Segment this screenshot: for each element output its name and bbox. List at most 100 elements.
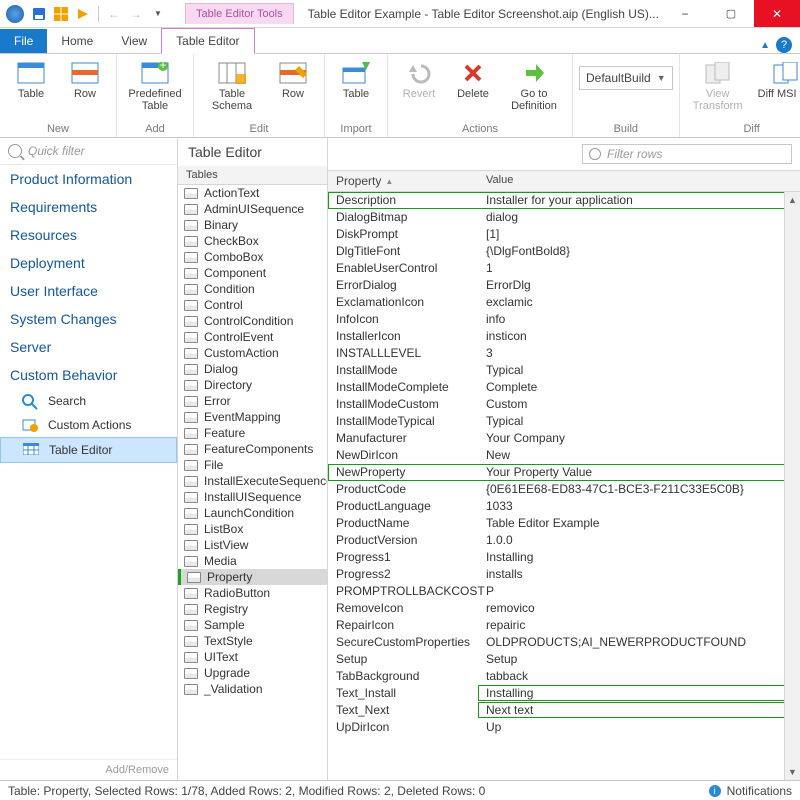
nav-category[interactable]: User Interface — [0, 277, 177, 305]
filter-rows-input[interactable]: Filter rows — [582, 144, 792, 164]
ribbon-delete[interactable]: Delete — [448, 58, 498, 121]
grid-row[interactable]: ProductLanguage1033 — [328, 498, 800, 515]
table-row[interactable]: Directory — [178, 377, 327, 393]
qat-dd-icon[interactable]: ▼ — [149, 5, 167, 23]
grid-row[interactable]: InfoIconinfo — [328, 311, 800, 328]
qat-grid-icon[interactable] — [52, 5, 70, 23]
table-row[interactable]: ComboBox — [178, 249, 327, 265]
table-row[interactable]: AdminUISequence — [178, 201, 327, 217]
table-row[interactable]: UIText — [178, 649, 327, 665]
grid-row[interactable]: EnableUserControl1 — [328, 260, 800, 277]
tab-file[interactable]: File — [0, 29, 47, 53]
table-row[interactable]: _Validation — [178, 681, 327, 697]
table-row[interactable]: ControlEvent — [178, 329, 327, 345]
grid-row[interactable]: InstallerIconinsticon — [328, 328, 800, 345]
table-row[interactable]: Media — [178, 553, 327, 569]
nav-add-remove[interactable]: Add/Remove — [0, 759, 177, 780]
grid-row[interactable]: DialogBitmapdialog — [328, 209, 800, 226]
ribbon-edit-row[interactable]: Row — [268, 58, 318, 121]
grid-row[interactable]: InstallModeCustomCustom — [328, 396, 800, 413]
grid-row[interactable]: Progress1Installing — [328, 549, 800, 566]
grid-row[interactable]: TabBackgroundtabback — [328, 668, 800, 685]
nav-category[interactable]: Requirements — [0, 193, 177, 221]
table-row[interactable]: Binary — [178, 217, 327, 233]
qat-save-icon[interactable] — [30, 5, 48, 23]
ribbon-view-transform[interactable]: View Transform — [686, 58, 750, 121]
grid-row[interactable]: ExclamationIconexclamic — [328, 294, 800, 311]
ribbon-goto-definition[interactable]: Go to Definition — [502, 58, 566, 121]
grid-row[interactable]: Text_InstallInstalling — [328, 685, 800, 702]
col-value[interactable]: Value — [478, 171, 800, 191]
collapse-ribbon-icon[interactable]: ▲ — [760, 40, 770, 51]
grid-row[interactable]: PROMPTROLLBACKCOSTP — [328, 583, 800, 600]
nav-category[interactable]: Resources — [0, 221, 177, 249]
tab-view[interactable]: View — [107, 29, 161, 53]
notifications-label[interactable]: Notifications — [727, 784, 792, 798]
ribbon-diff-msi[interactable]: Diff MSI file — [754, 58, 800, 121]
tab-home[interactable]: Home — [47, 29, 107, 53]
table-row[interactable]: Registry — [178, 601, 327, 617]
ribbon-revert[interactable]: Revert — [394, 58, 444, 121]
ribbon-import-table[interactable]: Table — [331, 58, 381, 121]
table-row[interactable]: ActionText — [178, 185, 327, 201]
nav-category[interactable]: System Changes — [0, 305, 177, 333]
nav-category[interactable]: Deployment — [0, 249, 177, 277]
table-row[interactable]: InstallUISequence — [178, 489, 327, 505]
close-button[interactable]: ✕ — [754, 0, 800, 27]
grid-row[interactable]: ProductNameTable Editor Example — [328, 515, 800, 532]
grid-row[interactable]: NewDirIconNew — [328, 447, 800, 464]
grid-row[interactable]: UpDirIconUp — [328, 719, 800, 736]
table-row[interactable]: CustomAction — [178, 345, 327, 361]
notification-icon[interactable]: i — [709, 785, 721, 797]
table-row[interactable]: EventMapping — [178, 409, 327, 425]
help-icon[interactable]: ? — [776, 37, 792, 53]
nav-search[interactable]: Search — [0, 389, 177, 413]
grid-row[interactable]: ProductVersion1.0.0 — [328, 532, 800, 549]
table-row[interactable]: File — [178, 457, 327, 473]
nav-table-editor[interactable]: Table Editor — [0, 437, 177, 463]
nav-category[interactable]: Server — [0, 333, 177, 361]
grid-row[interactable]: ProductCode{0E61EE68-ED83-47C1-BCE3-F211… — [328, 481, 800, 498]
nav-category[interactable]: Custom Behavior — [0, 361, 177, 389]
minimize-button[interactable]: − — [662, 0, 708, 27]
tables-header[interactable]: Tables — [178, 166, 327, 185]
table-row[interactable]: Sample — [178, 617, 327, 633]
table-row[interactable]: Component — [178, 265, 327, 281]
table-row[interactable]: InstallExecuteSequence — [178, 473, 327, 489]
col-property[interactable]: Property▲ — [328, 171, 478, 191]
nav-custom-actions[interactable]: Custom Actions — [0, 413, 177, 437]
grid-row[interactable]: Progress2installs — [328, 566, 800, 583]
qat-fwd-icon[interactable]: → — [127, 5, 145, 23]
grid-row[interactable]: SetupSetup — [328, 651, 800, 668]
table-row[interactable]: Property — [178, 569, 327, 585]
table-row[interactable]: Upgrade — [178, 665, 327, 681]
grid-row[interactable]: InstallModeCompleteComplete — [328, 379, 800, 396]
nav-category[interactable]: Product Information — [0, 165, 177, 193]
grid-row[interactable]: DlgTitleFont{\DlgFontBold8} — [328, 243, 800, 260]
table-row[interactable]: Feature — [178, 425, 327, 441]
grid-row[interactable]: InstallModeTypical — [328, 362, 800, 379]
scrollbar[interactable]: ▲▼ — [784, 192, 800, 780]
grid-row[interactable]: RemoveIconremovico — [328, 600, 800, 617]
grid-row[interactable]: INSTALLLEVEL3 — [328, 345, 800, 362]
table-row[interactable]: RadioButton — [178, 585, 327, 601]
table-row[interactable]: Condition — [178, 281, 327, 297]
table-row[interactable]: Dialog — [178, 361, 327, 377]
table-row[interactable]: ListBox — [178, 521, 327, 537]
grid-row[interactable]: Text_NextNext text — [328, 702, 800, 719]
table-row[interactable]: CheckBox — [178, 233, 327, 249]
grid-row[interactable]: ErrorDialogErrorDlg — [328, 277, 800, 294]
grid-row[interactable]: NewPropertyYour Property Value — [328, 464, 800, 481]
table-row[interactable]: ListView — [178, 537, 327, 553]
tab-table-editor[interactable]: Table Editor — [161, 28, 254, 54]
table-row[interactable]: Error — [178, 393, 327, 409]
grid-row[interactable]: SecureCustomPropertiesOLDPRODUCTS;AI_NEW… — [328, 634, 800, 651]
table-row[interactable]: ControlCondition — [178, 313, 327, 329]
maximize-button[interactable]: ▢ — [708, 0, 754, 27]
quick-filter-input[interactable]: Quick filter — [0, 138, 177, 165]
grid-row[interactable]: ManufacturerYour Company — [328, 430, 800, 447]
grid-row[interactable]: RepairIconrepairic — [328, 617, 800, 634]
qat-run-icon[interactable] — [74, 5, 92, 23]
build-config-dropdown[interactable]: DefaultBuild▼ — [579, 66, 673, 90]
table-row[interactable]: TextStyle — [178, 633, 327, 649]
